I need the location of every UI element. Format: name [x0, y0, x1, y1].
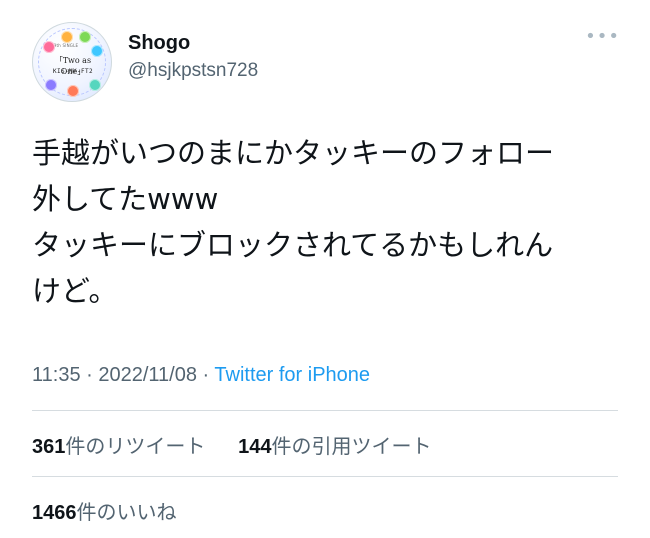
retweet-quote-stats: 361件のリツイート 144件の引用ツイート — [32, 430, 431, 459]
more-horizontal-icon[interactable]: ••• — [585, 26, 620, 47]
avatar-character-icon — [43, 41, 55, 53]
like-label: 件のいいね — [76, 500, 177, 524]
quote-count: 144 — [238, 436, 272, 458]
retweet-stat[interactable]: 361件のリツイート — [32, 434, 205, 458]
like-count: 1466 — [32, 502, 77, 524]
quote-stat[interactable]: 144件の引用ツイート — [238, 434, 431, 458]
retweet-count: 361 — [32, 436, 66, 458]
tweet-source-link[interactable]: Twitter for iPhone — [214, 364, 370, 386]
meta-separator: · — [196, 364, 215, 386]
divider — [32, 476, 618, 477]
display-name[interactable]: Shogo — [128, 32, 190, 55]
avatar-character-icon — [45, 79, 57, 91]
avatar-subtitle: 29th SINGLE — [51, 43, 79, 48]
quote-label: 件の引用ツイート — [271, 434, 432, 458]
tweet-meta: 11:35 · 2022/11/08 · Twitter for iPhone — [32, 364, 370, 387]
avatar-character-icon — [79, 31, 91, 43]
avatar[interactable]: 29th SINGLE 「Two as One」 KIS-MY-FT2 — [32, 22, 112, 102]
retweet-label: 件のリツイート — [65, 434, 206, 458]
tweet-header: 29th SINGLE 「Two as One」 KIS-MY-FT2 Shog… — [32, 22, 622, 112]
user-handle[interactable]: @hsjkpstsn728 — [128, 60, 258, 82]
meta-separator: · — [80, 364, 99, 386]
avatar-brand: KIS-MY-FT2 — [52, 68, 94, 75]
divider — [32, 410, 618, 411]
tweet-text: 手越がいつのまにかタッキーのフォロー 外してたwww タッキーにブロックされてる… — [32, 136, 555, 308]
avatar-character-icon — [61, 31, 73, 43]
avatar-character-icon — [67, 85, 79, 97]
tweet-date[interactable]: 2022/11/08 — [98, 364, 197, 386]
like-stats: 1466件のいいね — [32, 496, 177, 525]
avatar-character-icon — [91, 45, 103, 57]
tweet-time[interactable]: 11:35 — [32, 364, 81, 386]
like-stat[interactable]: 1466件のいいね — [32, 500, 177, 524]
avatar-character-icon — [89, 79, 101, 91]
